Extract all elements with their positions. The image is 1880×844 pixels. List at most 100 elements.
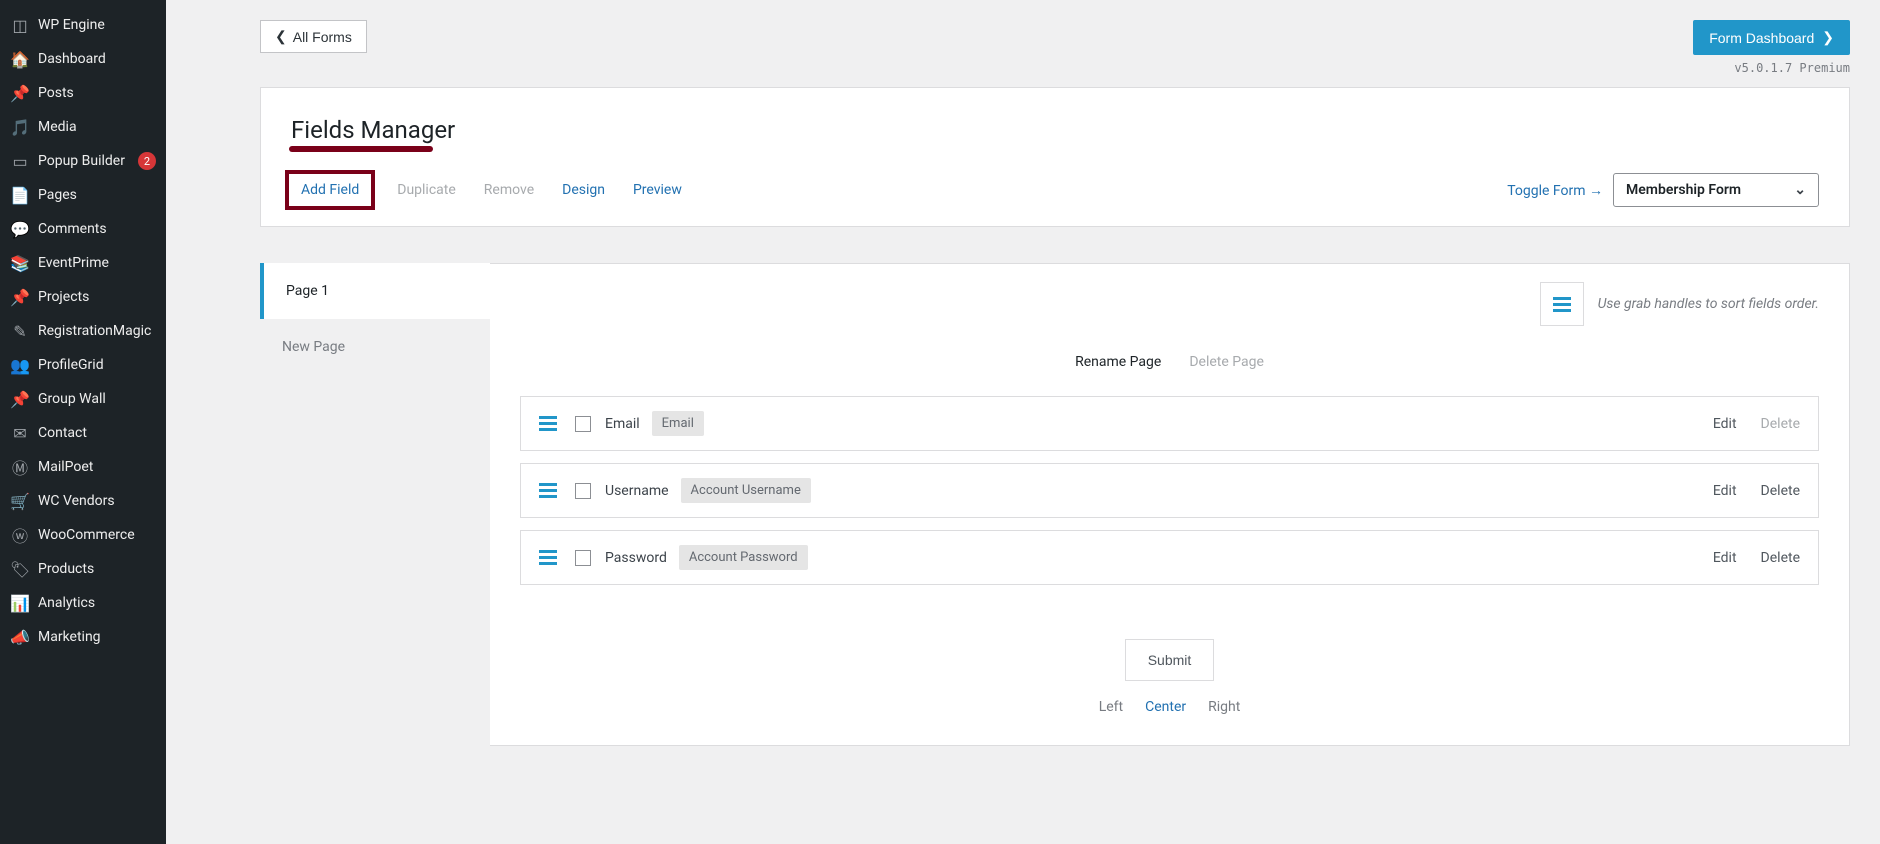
fields-area: Use grab handles to sort fields order. R…	[490, 263, 1850, 746]
edit-field-action[interactable]: Edit	[1713, 483, 1737, 499]
rename-page-action[interactable]: Rename Page	[1075, 354, 1161, 370]
sidebar-item-label: RegistrationMagic	[38, 323, 156, 339]
preview-link[interactable]: Preview	[633, 182, 682, 198]
sidebar-item-posts[interactable]: 📌 Posts	[0, 76, 166, 110]
field-row: Email Email Edit Delete	[520, 396, 1819, 451]
fields-manager-panel: Fields Manager Add Field Duplicate Remov…	[260, 87, 1850, 227]
field-type-badge: Account Username	[681, 478, 811, 503]
page-tab-1[interactable]: Page 1	[260, 263, 490, 319]
sidebar-item-comments[interactable]: 💬 Comments	[0, 212, 166, 246]
sidebar-item-label: Pages	[38, 187, 156, 203]
mailpoet-icon: Ⓜ	[10, 457, 30, 477]
sidebar-item-wcvendors[interactable]: 🛒 WC Vendors	[0, 484, 166, 518]
align-left[interactable]: Left	[1099, 699, 1123, 715]
sidebar-item-label: WP Engine	[38, 17, 156, 33]
toggle-form-label: Toggle Form →	[1507, 182, 1603, 199]
reg-icon: ✎	[10, 321, 30, 341]
sidebar-item-label: WooCommerce	[38, 527, 156, 543]
analytics-icon: 📊	[10, 593, 30, 613]
sidebar-item-label: EventPrime	[38, 255, 156, 271]
sort-hint: Use grab handles to sort fields order.	[1598, 296, 1819, 312]
field-row: Password Account Password Edit Delete	[520, 530, 1819, 585]
align-row: Left Center Right	[520, 699, 1819, 715]
field-name: Email	[605, 416, 640, 432]
align-center[interactable]: Center	[1145, 699, 1186, 715]
sidebar-item-label: Projects	[38, 289, 156, 305]
duplicate-link[interactable]: Duplicate	[397, 182, 456, 198]
new-page-tab[interactable]: New Page	[260, 319, 490, 375]
edit-field-action[interactable]: Edit	[1713, 550, 1737, 566]
add-field-link[interactable]: Add Field	[301, 182, 359, 198]
edit-field-action[interactable]: Edit	[1713, 416, 1737, 432]
sidebar-item-label: Dashboard	[38, 51, 156, 67]
cart-icon: 🛒	[10, 491, 30, 511]
sidebar-item-label: Posts	[38, 85, 156, 101]
submit-button[interactable]: Submit	[1125, 639, 1215, 681]
field-name: Username	[605, 483, 669, 499]
delete-field-action[interactable]: Delete	[1761, 483, 1800, 499]
chevron-right-icon: ❯	[1822, 29, 1834, 46]
sidebar-item-label: Popup Builder	[38, 153, 134, 169]
design-link[interactable]: Design	[562, 182, 605, 198]
page-tabs: Page 1 New Page	[260, 263, 490, 746]
sidebar-item-mailpoet[interactable]: Ⓜ MailPoet	[0, 450, 166, 484]
field-type-badge: Account Password	[679, 545, 808, 570]
sidebar-item-wpengine[interactable]: ◫ WP Engine	[0, 8, 166, 42]
form-select-value: Membership Form	[1626, 182, 1741, 198]
delete-field-action[interactable]: Delete	[1761, 416, 1800, 432]
sidebar-item-contact[interactable]: ✉ Contact	[0, 416, 166, 450]
remove-link[interactable]: Remove	[484, 182, 534, 198]
sidebar-item-popup-builder[interactable]: ▭ Popup Builder 2	[0, 144, 166, 178]
sidebar-item-analytics[interactable]: 📊 Analytics	[0, 586, 166, 620]
sidebar-item-products[interactable]: 🏷 Products	[0, 552, 166, 586]
delete-page-action[interactable]: Delete Page	[1189, 354, 1264, 370]
field-name: Password	[605, 550, 667, 566]
field-checkbox[interactable]	[575, 416, 591, 432]
sidebar-item-dashboard[interactable]: 🏠 Dashboard	[0, 42, 166, 76]
sidebar-item-label: Marketing	[38, 629, 156, 645]
sidebar-item-marketing[interactable]: 📣 Marketing	[0, 620, 166, 654]
sidebar-item-label: Comments	[38, 221, 156, 237]
field-checkbox[interactable]	[575, 483, 591, 499]
sidebar-item-registrationmagic[interactable]: ✎ RegistrationMagic	[0, 314, 166, 348]
sidebar-item-groupwall[interactable]: 📌 Group Wall	[0, 382, 166, 416]
sidebar-item-label: Group Wall	[38, 391, 156, 407]
all-forms-label: All Forms	[293, 29, 352, 45]
field-row: Username Account Username Edit Delete	[520, 463, 1819, 518]
sidebar-item-profilegrid[interactable]: 👥 ProfileGrid	[0, 348, 166, 382]
sidebar-item-projects[interactable]: 📌 Projects	[0, 280, 166, 314]
fields-list: Email Email Edit Delete Username Account…	[520, 396, 1819, 585]
panel-header: Fields Manager Add Field Duplicate Remov…	[261, 88, 1849, 226]
sidebar-item-label: Contact	[38, 425, 156, 441]
comments-icon: 💬	[10, 219, 30, 239]
pin-icon: 📌	[10, 83, 30, 103]
form-dashboard-button[interactable]: Form Dashboard ❯	[1693, 20, 1850, 55]
main-content: ❮ All Forms Form Dashboard ❯ v5.0.1.7 Pr…	[166, 0, 1880, 844]
sidebar-item-eventprime[interactable]: 📚 EventPrime	[0, 246, 166, 280]
sidebar-item-pages[interactable]: 📄 Pages	[0, 178, 166, 212]
grab-handle-icon[interactable]	[539, 416, 557, 431]
popup-icon: ▭	[10, 151, 30, 171]
pages-icon: 📄	[10, 185, 30, 205]
form-dashboard-label: Form Dashboard	[1709, 30, 1814, 46]
sidebar-item-woocommerce[interactable]: ⓦ WooCommerce	[0, 518, 166, 552]
sidebar-item-media[interactable]: 🎵 Media	[0, 110, 166, 144]
event-icon: 📚	[10, 253, 30, 273]
toolbar: Add Field Duplicate Remove Design Previe…	[291, 170, 1819, 226]
dashboard-icon: 🏠	[10, 49, 30, 69]
annotation-highlight-box: Add Field	[285, 170, 375, 210]
wpengine-icon: ◫	[10, 15, 30, 35]
field-checkbox[interactable]	[575, 550, 591, 566]
all-forms-button[interactable]: ❮ All Forms	[260, 20, 367, 53]
version-text: v5.0.1.7 Premium	[1693, 61, 1850, 75]
align-right[interactable]: Right	[1208, 699, 1240, 715]
form-select[interactable]: Membership Form ⌄	[1613, 173, 1819, 207]
users-icon: 👥	[10, 355, 30, 375]
sort-icon-box[interactable]	[1540, 282, 1584, 326]
grab-handle-icon[interactable]	[539, 550, 557, 565]
wp-admin-sidebar: ◫ WP Engine 🏠 Dashboard 📌 Posts 🎵 Media …	[0, 0, 166, 844]
grab-handle-icon[interactable]	[539, 483, 557, 498]
mail-icon: ✉	[10, 423, 30, 443]
content-row: Page 1 New Page Use grab handles to sort…	[260, 263, 1850, 746]
delete-field-action[interactable]: Delete	[1761, 550, 1800, 566]
